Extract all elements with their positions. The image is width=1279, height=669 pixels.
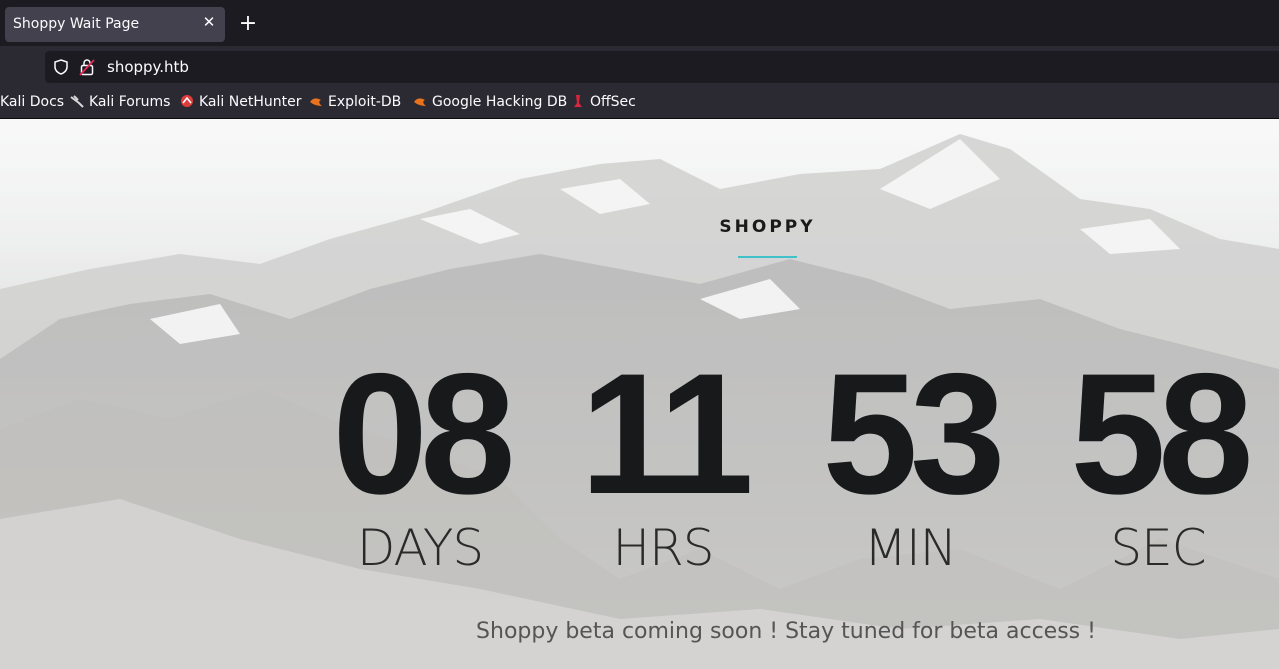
close-icon[interactable]: ✕ [202, 15, 216, 30]
bookmark-label: Google Hacking DB [432, 94, 568, 110]
nethunter-icon [181, 95, 193, 107]
bookmarks-bar: Kali Docs Kali Forums Kali NetHunter Exp… [0, 88, 1279, 119]
countdown-hours: 11 HRS [548, 338, 778, 577]
bookmark-google-hacking-db[interactable]: Google Hacking DB [413, 94, 567, 110]
countdown-days: 08 DAYS [305, 338, 535, 577]
bookmark-kali-docs[interactable]: Kali Docs [0, 94, 64, 110]
brand-underline-divider [738, 256, 797, 258]
tab-strip: Shoppy Wait Page ✕ + [0, 0, 1279, 46]
bookmark-label: Kali NetHunter [199, 94, 302, 110]
nav-bar: shoppy.htb [0, 46, 1279, 88]
countdown-value: 53 [822, 338, 1005, 530]
tab-active[interactable]: Shoppy Wait Page ✕ [5, 7, 225, 42]
new-tab-plus-icon[interactable]: + [237, 13, 259, 35]
bookmark-exploit-db[interactable]: Exploit-DB [309, 94, 401, 110]
url-text[interactable]: shoppy.htb [107, 58, 189, 76]
bookmark-kali-nethunter[interactable]: Kali NetHunter [180, 94, 301, 110]
offsec-icon [574, 95, 582, 107]
countdown-value: 08 [332, 338, 515, 530]
lock-insecure-icon[interactable] [79, 58, 95, 76]
bookmark-kali-forums[interactable]: Kali Forums [70, 94, 170, 110]
bookmark-label: Kali Forums [89, 94, 171, 110]
bookmark-offsec[interactable]: OffSec [571, 94, 636, 110]
tab-title: Shoppy Wait Page [13, 16, 140, 32]
countdown-seconds: 58 SEC [1043, 338, 1273, 577]
exploitdb-icon [310, 98, 322, 106]
url-bar[interactable]: shoppy.htb [45, 51, 1279, 83]
bookmark-label: OffSec [590, 94, 636, 110]
beta-announcement-text: Shoppy beta coming soon ! Stay tuned for… [476, 619, 1096, 644]
bookmark-label: Exploit-DB [328, 94, 402, 110]
countdown-value: 58 [1070, 338, 1253, 530]
shield-icon[interactable] [53, 59, 69, 75]
countdown-minutes: 53 MIN [795, 338, 1025, 577]
bookmark-label: Kali Docs [0, 94, 65, 110]
ghdb-icon [414, 98, 426, 106]
brand-logo-text: SHOPPY [719, 217, 816, 237]
kali-dragon-icon [70, 95, 84, 108]
page-content: SHOPPY 08 DAYS 11 HRS 53 MIN 58 SEC Shop… [0, 119, 1279, 669]
countdown-value: 11 [580, 338, 754, 530]
